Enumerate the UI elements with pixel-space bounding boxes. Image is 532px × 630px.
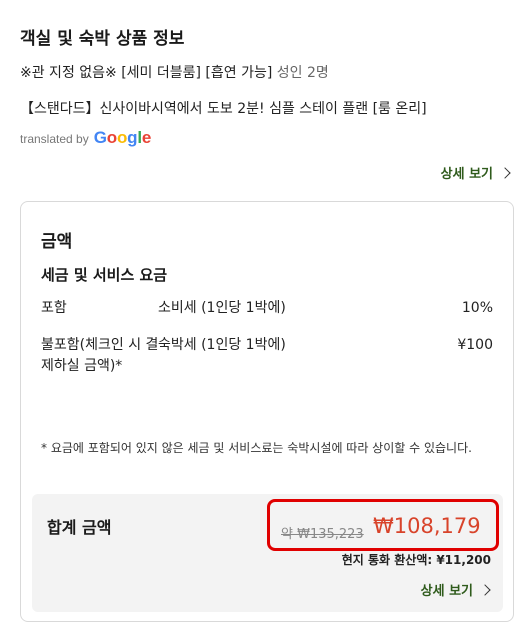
tax-note: * 요금에 포함되어 있지 않은 세금 및 서비스료는 숙박시설에 따라 상이할… <box>41 441 472 455</box>
fee-row-included: 포함 소비세 (1인당 1박에) 10% <box>41 298 493 322</box>
discounted-price: ₩108,179 <box>373 514 481 538</box>
chevron-right-icon <box>479 583 491 596</box>
fee-status: 포함 <box>41 300 67 316</box>
section-title: 객실 및 숙박 상품 정보 <box>20 29 185 49</box>
fee-status: 불포함(체크인 시 결제하실 금액)* <box>41 337 159 374</box>
room-details-link[interactable]: 상세 보기 <box>440 163 511 182</box>
occupancy-text: 성인 2명 <box>276 65 329 81</box>
total-price-box: 합계 금액 약 ₩135,223 ₩108,179 현지 통화 환산액: ¥11… <box>32 494 503 612</box>
price-card: 금액 세금 및 서비스 요금 포함 소비세 (1인당 1박에) 10% 불포함(… <box>20 201 514 622</box>
fee-description: 소비세 (1인당 1박에) <box>158 300 286 316</box>
fee-description: 숙박세 (1인당 1박에) <box>158 337 286 353</box>
plan-name: 【스탠다드】신사이바시역에서 도보 2분! 심플 스테이 플랜 [룸 온리] <box>20 101 427 117</box>
google-logo-letter: o <box>106 128 117 147</box>
room-info: ※관 지정 없음※ [세미 더블룸] [흡연 가능] 성인 2명 <box>20 62 329 82</box>
original-price: 약 ₩135,223 <box>281 527 364 542</box>
google-logo-letter: G <box>93 128 107 147</box>
translation-attribution: translated by Google <box>20 128 151 148</box>
price-details-label: 상세 보기 <box>420 584 473 599</box>
google-logo: Google <box>93 128 152 148</box>
fee-amount: 10% <box>461 300 493 316</box>
price-card-title: 금액 <box>41 232 73 252</box>
local-currency-price: 현지 통화 환산액: ¥11,200 <box>341 553 491 567</box>
google-logo-letter: o <box>116 128 128 147</box>
fee-amount: ¥100 <box>457 337 493 353</box>
chevron-right-icon <box>499 166 511 179</box>
fee-row-excluded: 불포함(체크인 시 결제하실 금액)* 숙박세 (1인당 1박에) ¥100 <box>41 335 493 401</box>
google-logo-letter: e <box>141 128 152 147</box>
room-details-label: 상세 보기 <box>440 167 493 182</box>
room-attributes: ※관 지정 없음※ [세미 더블룸] [흡연 가능] <box>20 65 273 81</box>
total-label: 합계 금액 <box>47 518 112 537</box>
google-logo-letter: g <box>127 128 138 147</box>
price-details-link[interactable]: 상세 보기 <box>420 580 491 599</box>
tax-service-heading: 세금 및 서비스 요금 <box>41 266 168 284</box>
translated-by-text: translated by <box>20 132 89 146</box>
